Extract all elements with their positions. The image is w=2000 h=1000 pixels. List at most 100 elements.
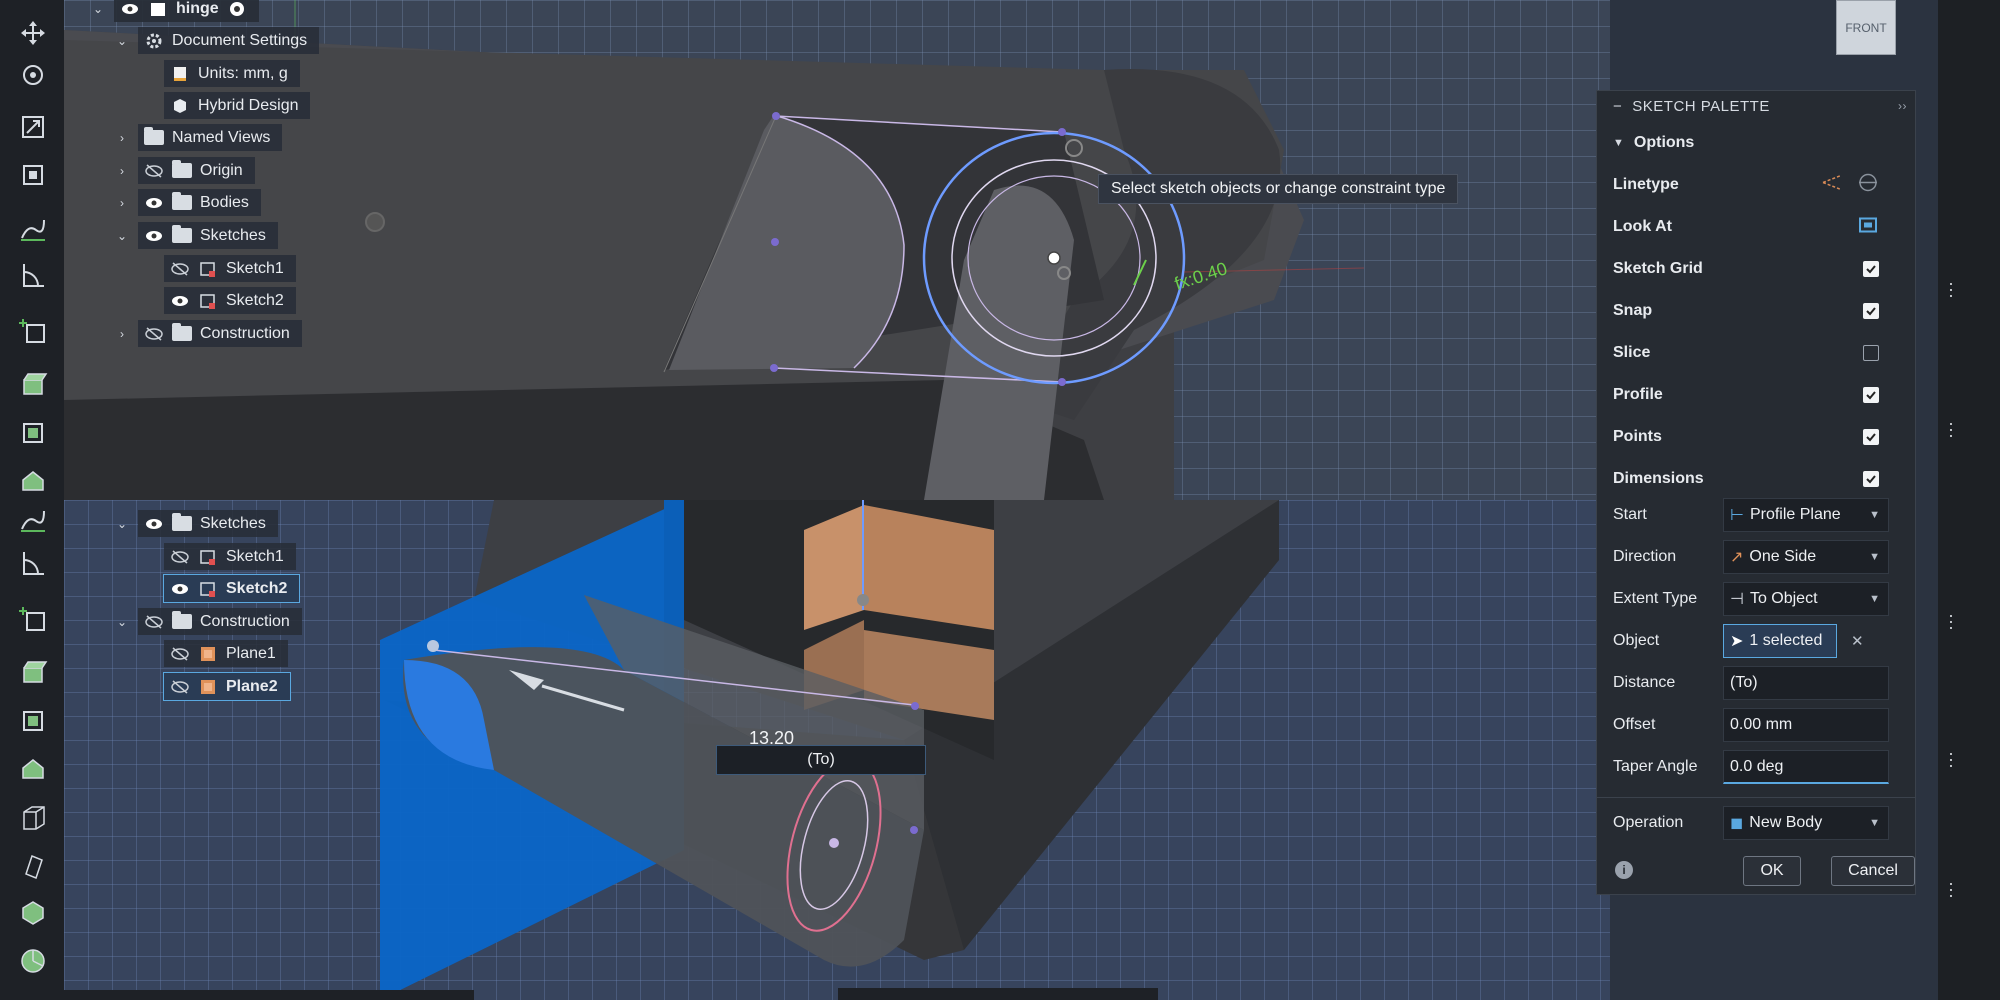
dropdown-caret-icon: ▼: [1869, 593, 1880, 605]
timeline-bar[interactable]: [64, 990, 474, 1000]
tree-root-hinge[interactable]: ⌄ hinge: [90, 0, 259, 22]
dimension-icon[interactable]: [18, 260, 48, 290]
tree-item-construction-b[interactable]: ⌄ Construction: [114, 608, 302, 635]
chevron-down-icon[interactable]: ⌄: [114, 228, 130, 244]
offset-input[interactable]: 0.00 mm: [1723, 708, 1889, 742]
tree-item-units[interactable]: Units: mm, g: [164, 60, 300, 87]
minus-icon[interactable]: −: [1613, 98, 1622, 115]
expand-icon[interactable]: ››: [1898, 99, 1907, 113]
dimension-icon-2[interactable]: [18, 548, 48, 578]
eye-hidden-icon[interactable]: [170, 644, 190, 664]
loft-icon[interactable]: [18, 850, 48, 880]
tree-item-sketches-b[interactable]: ⌄ Sketches: [114, 510, 278, 537]
press-pull-icon-2[interactable]: [18, 754, 48, 784]
tree-item-named-views[interactable]: › Named Views: [114, 124, 283, 151]
extrude-icon[interactable]: [18, 368, 48, 398]
pie-icon[interactable]: [18, 946, 48, 976]
operation-dropdown[interactable]: ◼ New Body ▼: [1723, 806, 1889, 840]
construction-line-icon[interactable]: [1821, 172, 1843, 199]
orbit-icon[interactable]: [18, 60, 48, 90]
info-icon[interactable]: i: [1615, 861, 1633, 879]
centerline-icon[interactable]: [1857, 172, 1879, 199]
taper-angle-input[interactable]: 0.0 deg: [1723, 750, 1889, 784]
sketch-line-icon[interactable]: [18, 214, 48, 244]
navigation-toolbar[interactable]: [838, 988, 1158, 1000]
eye-icon[interactable]: [144, 514, 164, 534]
tree-item-sketch1-b[interactable]: Sketch1: [164, 543, 296, 570]
look-at-icon[interactable]: [1857, 214, 1879, 241]
chevron-right-icon[interactable]: ›: [114, 130, 130, 146]
tree-item-origin[interactable]: › Origin: [114, 157, 255, 184]
press-pull-icon[interactable]: [18, 466, 48, 496]
more-icon-5[interactable]: · · ·: [1948, 874, 1954, 904]
more-icon-2[interactable]: · · ·: [1948, 414, 1954, 444]
slice-checkbox[interactable]: [1863, 345, 1879, 361]
constraint-tooltip: Select sketch objects or change constrai…: [1098, 174, 1459, 204]
tree-item-construction[interactable]: › Construction: [114, 320, 302, 347]
box-icon[interactable]: [18, 802, 48, 832]
eye-hidden-icon[interactable]: [144, 612, 164, 632]
more-icon[interactable]: · · ·: [1948, 274, 1954, 304]
fillet-icon[interactable]: [18, 898, 48, 928]
eye-icon[interactable]: [144, 193, 164, 213]
chevron-right-icon[interactable]: ›: [114, 163, 130, 179]
move-icon[interactable]: [18, 18, 48, 48]
create-sketch-icon[interactable]: [18, 316, 48, 346]
chevron-down-icon[interactable]: ⌄: [90, 1, 106, 17]
cursor-arrow-icon: ➤: [1730, 633, 1744, 650]
tree-item-sketch2[interactable]: Sketch2: [164, 287, 296, 314]
clear-selection-icon[interactable]: ✕: [1851, 632, 1864, 650]
chevron-down-icon[interactable]: ⌄: [114, 614, 130, 630]
extrude-distance-input[interactable]: (To): [716, 745, 926, 775]
create-sketch-icon-2[interactable]: [18, 604, 48, 634]
scale-icon[interactable]: [18, 112, 48, 142]
sketch-grid-checkbox[interactable]: [1863, 261, 1879, 277]
tree-item-sketches[interactable]: ⌄ Sketches: [114, 222, 278, 249]
eye-hidden-icon[interactable]: [144, 324, 164, 344]
ok-button[interactable]: OK: [1743, 856, 1801, 886]
eye-icon[interactable]: [120, 0, 140, 19]
cancel-button[interactable]: Cancel: [1831, 856, 1915, 886]
eye-icon[interactable]: [170, 579, 190, 599]
object-selection-button[interactable]: ➤ 1 selected: [1723, 624, 1837, 658]
tree-item-sketch1[interactable]: Sketch1: [164, 255, 296, 282]
snap-checkbox[interactable]: [1863, 303, 1879, 319]
tree-item-plane2[interactable]: Plane2: [163, 672, 291, 701]
tree-item-document-settings[interactable]: ⌄ Document Settings: [114, 27, 320, 54]
chevron-down-icon[interactable]: ⌄: [114, 516, 130, 532]
eye-icon[interactable]: [144, 226, 164, 246]
align-icon[interactable]: [18, 160, 48, 190]
shell-icon[interactable]: [18, 418, 48, 448]
distance-input[interactable]: (To): [1723, 666, 1889, 700]
cube-icon: [170, 96, 190, 116]
profile-label: Profile: [1613, 386, 1663, 403]
eye-hidden-icon[interactable]: [144, 161, 164, 181]
chevron-right-icon[interactable]: ›: [114, 195, 130, 211]
chevron-right-icon[interactable]: ›: [114, 326, 130, 342]
extrude-icon-2[interactable]: [18, 656, 48, 686]
chevron-down-icon[interactable]: ▼: [1613, 137, 1624, 149]
options-section-header[interactable]: ▼ Options: [1613, 127, 1899, 159]
tree-item-sketch2-b[interactable]: Sketch2: [162, 574, 301, 603]
chevron-down-icon[interactable]: ⌄: [114, 33, 130, 49]
profile-checkbox[interactable]: [1863, 387, 1879, 403]
eye-hidden-icon[interactable]: [170, 259, 190, 279]
eye-hidden-icon[interactable]: [170, 677, 190, 697]
tree-item-bodies[interactable]: › Bodies: [114, 189, 261, 216]
extent-type-dropdown[interactable]: ⊣ To Object ▼: [1723, 582, 1889, 616]
more-icon-3[interactable]: · · ·: [1948, 606, 1954, 636]
start-dropdown[interactable]: ⊢ Profile Plane ▼: [1723, 498, 1889, 532]
active-radio-icon[interactable]: [227, 0, 247, 19]
dimensions-checkbox[interactable]: [1863, 471, 1879, 487]
viewcube[interactable]: FRONT: [1836, 0, 1896, 55]
points-checkbox[interactable]: [1863, 429, 1879, 445]
eye-icon[interactable]: [170, 291, 190, 311]
eye-hidden-icon[interactable]: [170, 547, 190, 567]
tree-item-hybrid-design[interactable]: Hybrid Design: [164, 92, 311, 119]
sketch-line-icon-2[interactable]: [18, 505, 48, 535]
more-icon-4[interactable]: · · ·: [1948, 744, 1954, 774]
shell-icon-2[interactable]: [18, 706, 48, 736]
direction-dropdown[interactable]: ↗ One Side ▼: [1723, 540, 1889, 574]
tree-item-plane1[interactable]: Plane1: [164, 640, 288, 667]
sketch-palette-header[interactable]: − SKETCH PALETTE ››: [1597, 91, 1915, 121]
